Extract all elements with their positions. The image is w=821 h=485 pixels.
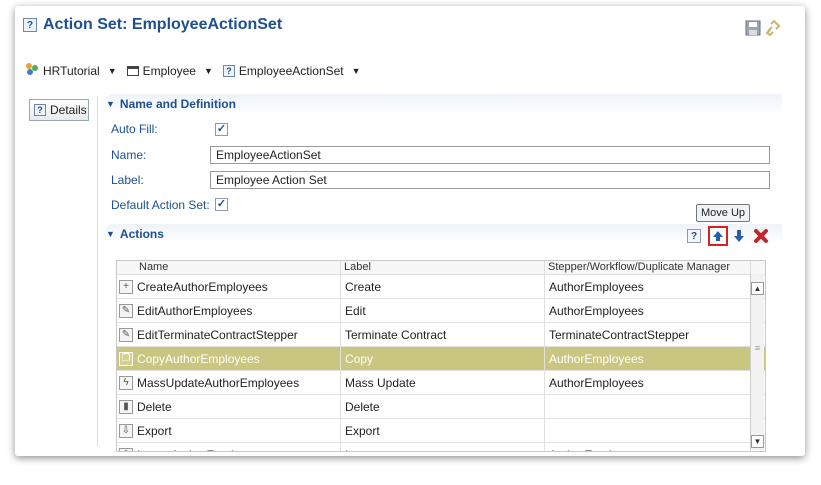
scroll-up-icon[interactable]: ▲ bbox=[751, 282, 764, 295]
name-field[interactable]: EmployeeActionSet bbox=[210, 146, 770, 164]
move-up-tooltip: Move Up bbox=[696, 204, 751, 222]
row-name: EditAuthorEmployees bbox=[137, 303, 253, 318]
package-icon bbox=[25, 62, 39, 79]
cell-label: Mass Update bbox=[341, 371, 545, 394]
copy-icon: ❐ bbox=[119, 351, 133, 366]
tab-details[interactable]: ? Details bbox=[29, 99, 89, 121]
cell-name: ✎ EditAuthorEmployees bbox=[117, 299, 341, 322]
trash-icon: ▮ bbox=[119, 399, 133, 414]
cell-name: ✎ EditTerminateContractStepper bbox=[117, 323, 341, 346]
table-row[interactable]: ▮ Delete Delete bbox=[117, 395, 765, 419]
label-label: Label: bbox=[111, 173, 144, 187]
cell-name: ❐ CopyAuthorEmployees bbox=[117, 347, 341, 370]
cell-manager bbox=[545, 395, 751, 418]
actions-table: Name Label Stepper/Workflow/Duplicate Ma… bbox=[116, 260, 766, 452]
export-icon: ⇩ bbox=[119, 423, 133, 438]
row-name: EditTerminateContractStepper bbox=[137, 327, 298, 342]
cell-label: Delete bbox=[341, 395, 545, 418]
collapse-arrow-icon[interactable]: ▼ bbox=[106, 99, 115, 109]
dropdown-arrow-icon[interactable]: ▼ bbox=[352, 66, 361, 76]
breadcrumb-employeeactionset[interactable]: EmployeeActionSet bbox=[239, 64, 344, 78]
delete-button[interactable] bbox=[753, 228, 769, 247]
auto-fill-checkbox[interactable]: ✓ bbox=[215, 123, 228, 136]
column-header-manager[interactable]: Stepper/Workflow/Duplicate Manager bbox=[545, 261, 751, 274]
table-body: + CreateAuthorEmployees Create AuthorEmploy… bbox=[117, 275, 765, 452]
help-icon: ? bbox=[23, 18, 37, 32]
collapse-arrow-icon[interactable]: ▼ bbox=[106, 229, 115, 239]
arrow-up-icon bbox=[713, 231, 723, 241]
row-name: CopyAuthorEmployees bbox=[137, 351, 260, 366]
default-action-set-checkbox[interactable]: ✓ bbox=[215, 198, 228, 211]
page-title: ? Action Set: EmployeeActionSet bbox=[23, 16, 282, 34]
cell-label: Edit bbox=[341, 299, 545, 322]
dropdown-arrow-icon[interactable]: ▼ bbox=[108, 66, 117, 76]
move-up-button[interactable] bbox=[708, 226, 728, 246]
check-icon: ✓ bbox=[216, 198, 227, 210]
row-name: Export bbox=[137, 423, 172, 438]
cell-manager bbox=[545, 419, 751, 442]
cell-name: ▮ Delete bbox=[117, 395, 341, 418]
table-row[interactable]: ✎ EditAuthorEmployees Edit AuthorEmployees bbox=[117, 299, 765, 323]
cell-label: Terminate Contract bbox=[341, 323, 545, 346]
cell-label: Export bbox=[341, 419, 545, 442]
breadcrumb-employee[interactable]: Employee bbox=[143, 64, 196, 78]
cell-manager: AuthorEmployees bbox=[545, 275, 751, 298]
row-name: ImportAuthorEmployees bbox=[137, 448, 266, 452]
cell-label: Import bbox=[341, 443, 545, 451]
divider bbox=[97, 96, 98, 446]
cell-manager: AuthorEmployees bbox=[545, 371, 751, 394]
cell-label: Create bbox=[341, 275, 545, 298]
column-header-name[interactable]: Name bbox=[117, 261, 341, 274]
breadcrumb: HRTutorial ▼ Employee ▼ ? EmployeeAction… bbox=[25, 62, 367, 79]
row-name: Delete bbox=[137, 399, 172, 414]
dropdown-arrow-icon[interactable]: ▼ bbox=[204, 66, 213, 76]
move-down-button[interactable] bbox=[733, 229, 745, 246]
section-actions[interactable]: ▼ Actions bbox=[104, 224, 782, 244]
plus-icon: + bbox=[119, 279, 133, 294]
name-label: Name: bbox=[111, 148, 147, 162]
cell-label: Copy bbox=[341, 347, 545, 370]
table-row[interactable]: ⇩ Export Export bbox=[117, 419, 765, 443]
pencil-icon: ✎ bbox=[119, 303, 133, 318]
table-row[interactable]: ✎ EditTerminateContractStepper Terminate C… bbox=[117, 323, 765, 347]
import-icon: ⇧ bbox=[119, 447, 133, 451]
cell-name: ⇧ ImportAuthorEmployees bbox=[117, 443, 341, 452]
label-field[interactable]: Employee Action Set bbox=[210, 171, 770, 189]
scroll-grip-icon[interactable]: ≡ bbox=[751, 343, 764, 353]
vertical-scrollbar[interactable]: ▲ ≡ ▼ bbox=[750, 274, 764, 450]
add-action-icon[interactable]: ? bbox=[687, 229, 701, 243]
table-row[interactable]: ❐ CopyAuthorEmployees Copy AuthorEmployees bbox=[117, 347, 765, 371]
row-name: CreateAuthorEmployees bbox=[137, 279, 268, 294]
cell-name: ϟ MassUpdateAuthorEmployees bbox=[117, 371, 341, 394]
table-row[interactable]: + CreateAuthorEmployees Create AuthorEmploy… bbox=[117, 275, 765, 299]
breadcrumb-hrtutorial[interactable]: HRTutorial bbox=[43, 64, 100, 78]
cell-name: ⇩ Export bbox=[117, 419, 341, 442]
help-icon: ? bbox=[34, 104, 46, 116]
cell-name: + CreateAuthorEmployees bbox=[117, 275, 341, 298]
arrow-down-icon bbox=[734, 230, 744, 242]
table-row[interactable]: ⇧ ImportAuthorEmployees ImportAuthorEmploy… bbox=[117, 443, 765, 452]
cell-manager: AuthorEmployees bbox=[545, 443, 751, 451]
table-row[interactable]: ϟ MassUpdateAuthorEmployees Mass Update Aut… bbox=[117, 371, 765, 395]
cell-manager: TerminateContractStepper bbox=[545, 323, 751, 346]
cell-manager: AuthorEmployees bbox=[545, 347, 751, 370]
link-icon[interactable] bbox=[765, 19, 781, 39]
save-icon[interactable] bbox=[745, 20, 761, 39]
auto-fill-label: Auto Fill: bbox=[111, 122, 158, 136]
scroll-down-icon[interactable]: ▼ bbox=[751, 435, 764, 448]
action-set-editor: ? Action Set: EmployeeActionSet HRTutori… bbox=[15, 6, 805, 456]
window-icon bbox=[126, 65, 139, 76]
cell-manager: AuthorEmployees bbox=[545, 299, 751, 322]
column-header-label[interactable]: Label bbox=[341, 261, 545, 274]
lightning-icon: ϟ bbox=[119, 375, 133, 390]
close-icon bbox=[754, 229, 768, 243]
check-icon: ✓ bbox=[216, 123, 227, 135]
pencil-icon: ✎ bbox=[119, 327, 133, 342]
default-action-set-label: Default Action Set: bbox=[111, 198, 210, 212]
section-name-and-definition[interactable]: ▼ Name and Definition bbox=[104, 94, 782, 114]
help-icon: ? bbox=[222, 64, 235, 77]
row-name: MassUpdateAuthorEmployees bbox=[137, 375, 300, 390]
table-header: Name Label Stepper/Workflow/Duplicate Ma… bbox=[117, 261, 765, 275]
